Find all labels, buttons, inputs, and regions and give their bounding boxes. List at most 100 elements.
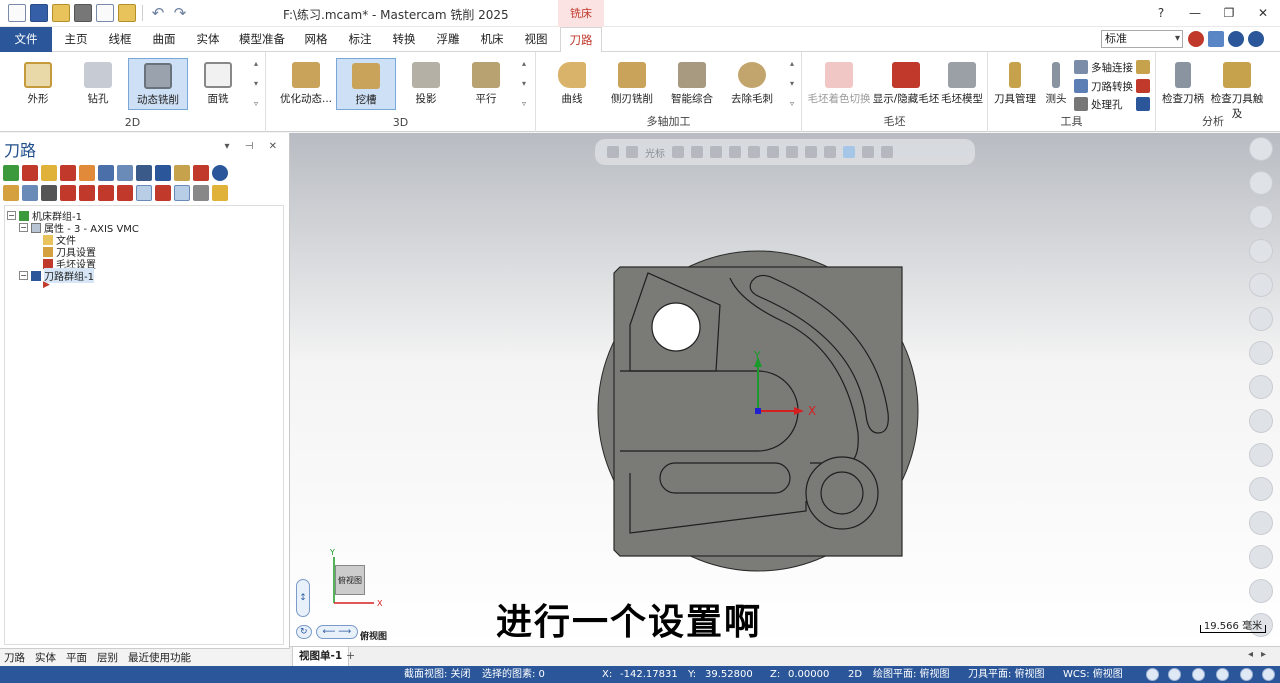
y-coordinate[interactable]: 39.52800 xyxy=(705,666,753,683)
save-icon[interactable] xyxy=(30,4,48,22)
shading-icon[interactable] xyxy=(1192,668,1205,681)
backplot-icon[interactable] xyxy=(98,165,114,181)
regen-all-icon[interactable] xyxy=(41,165,57,181)
wcs-status[interactable]: WCS: 俯视图 xyxy=(1063,666,1123,683)
drill-button[interactable]: 钻孔 xyxy=(68,58,128,110)
highfeed-icon[interactable] xyxy=(174,165,190,181)
x-coordinate[interactable]: -142.17831 xyxy=(620,666,678,683)
tab-home[interactable]: 主页 xyxy=(56,27,96,52)
z-coordinate[interactable]: 0.00000 xyxy=(788,666,829,683)
optimized-dynamic-button[interactable]: 优化动态... xyxy=(276,58,336,110)
undo-icon[interactable]: ↶ xyxy=(149,4,167,22)
analyze-icon[interactable] xyxy=(1249,205,1273,229)
face-mill-button[interactable]: 面铣 xyxy=(188,58,248,110)
select-window-icon[interactable] xyxy=(710,146,722,158)
group-multiaxis-scroll[interactable]: ▴ ▾ ▿ xyxy=(786,58,798,110)
verify-icon[interactable] xyxy=(117,165,133,181)
info-icon[interactable] xyxy=(1228,31,1244,47)
select-area-icon[interactable] xyxy=(767,146,779,158)
feedback-icon[interactable] xyxy=(1208,31,1224,47)
circle-icon[interactable] xyxy=(1249,239,1273,263)
post-g1-icon[interactable] xyxy=(155,165,171,181)
collapse-icon[interactable]: − xyxy=(19,223,28,232)
tab-machine[interactable]: 机床 xyxy=(472,27,512,52)
add-icon[interactable] xyxy=(1249,171,1273,195)
toggle-display-icon[interactable] xyxy=(22,185,38,201)
tab-toolpaths[interactable]: 刀路 xyxy=(560,27,602,53)
tree-node-toolpath-group[interactable]: − 刀路群组-1 xyxy=(19,268,94,283)
help-icon[interactable] xyxy=(1248,31,1264,47)
deselect-icon[interactable] xyxy=(22,165,38,181)
globe-icon[interactable] xyxy=(1146,668,1159,681)
probe-button[interactable]: 测头 xyxy=(1038,58,1074,110)
curve-button[interactable]: 曲线 xyxy=(542,58,602,110)
move-up-icon[interactable] xyxy=(79,185,95,201)
grid-status-icon[interactable] xyxy=(1168,668,1181,681)
layers-icon[interactable] xyxy=(1249,545,1273,569)
settings-icon[interactable] xyxy=(193,185,209,201)
new-file-icon[interactable] xyxy=(8,4,26,22)
measure-icon[interactable] xyxy=(1249,341,1273,365)
dynamic-mill-button[interactable]: 动态铣削 xyxy=(128,58,188,110)
tab-view[interactable]: 视图 xyxy=(516,27,556,52)
tab-model-prep[interactable]: 模型准备 xyxy=(232,27,292,52)
insert-arrow-icon[interactable] xyxy=(98,185,114,201)
minimize-button[interactable]: — xyxy=(1178,0,1212,27)
process-holes-button[interactable]: 处理孔 xyxy=(1074,95,1123,113)
grid-icon[interactable] xyxy=(805,146,817,158)
contour-button[interactable]: 外形 xyxy=(8,58,68,110)
swarf-button[interactable]: 侧刃铣削 xyxy=(602,58,662,110)
redo-icon[interactable]: ↷ xyxy=(171,4,189,22)
tab-levels-manager[interactable]: 层别 xyxy=(97,649,118,666)
color-icon[interactable] xyxy=(1249,477,1273,501)
select-vector-icon[interactable] xyxy=(748,146,760,158)
box-icon[interactable] xyxy=(1249,443,1273,467)
cursor-label[interactable]: 光标 xyxy=(645,145,665,160)
tab-file[interactable]: 文件 xyxy=(0,27,52,52)
check-holder-button[interactable]: 检查刀柄 xyxy=(1160,58,1206,110)
graphics-viewport[interactable]: Y X Y X 光标 俯视图 ↕ ↻ ⟵ ⟶ 俯视图 进行一个设置啊 19.56… xyxy=(290,133,1280,646)
rotate-icon[interactable]: ↻ xyxy=(296,625,312,639)
viewsheet-tab-1[interactable]: 视图单-1 xyxy=(292,647,350,667)
solid-icon[interactable] xyxy=(1249,409,1273,433)
group-2d-scroll[interactable]: ▴ ▾ ▿ xyxy=(250,58,262,110)
tab-recent-functions[interactable]: 最近使用功能 xyxy=(128,649,191,666)
tab-relief[interactable]: 浮雕 xyxy=(428,27,468,52)
tab-surface[interactable]: 曲面 xyxy=(144,27,184,52)
stock-shading-button[interactable]: 毛坯着色切换 xyxy=(806,58,872,110)
help-panel-icon[interactable] xyxy=(212,165,228,181)
tab-mesh[interactable]: 网格 xyxy=(296,27,336,52)
delete-icon[interactable] xyxy=(193,165,209,181)
print-icon[interactable] xyxy=(74,4,92,22)
standard-select[interactable]: 标准 xyxy=(1101,30,1183,48)
curve-tool-icon[interactable] xyxy=(1249,273,1273,297)
unified-button[interactable]: 智能综合 xyxy=(662,58,722,110)
hq-icon[interactable] xyxy=(1188,31,1204,47)
tab-solid[interactable]: 实体 xyxy=(188,27,228,52)
tool-plane-status[interactable]: 刀具平面: 俯视图 xyxy=(968,666,1045,683)
maximize-button[interactable]: ❐ xyxy=(1212,0,1246,27)
collapse-icon[interactable]: − xyxy=(7,211,16,220)
filter-icon[interactable] xyxy=(174,185,190,201)
panel-controls[interactable]: ▾ ⊣ ✕ xyxy=(225,141,283,152)
select-all-icon[interactable] xyxy=(3,165,19,181)
edit-icon[interactable] xyxy=(212,185,228,201)
dimension-mode[interactable]: 2D xyxy=(848,666,862,683)
horizontal-nav-arrows[interactable]: ⟵ ⟶ xyxy=(315,625,359,639)
link-icon[interactable] xyxy=(1249,375,1273,399)
tab-solids-manager[interactable]: 实体 xyxy=(35,649,56,666)
wireframe-icon[interactable] xyxy=(824,146,836,158)
image-icon[interactable] xyxy=(1249,307,1273,331)
show-hide-stock-button[interactable]: 显示/隐藏毛坯 xyxy=(872,58,940,110)
simulate-icon[interactable] xyxy=(136,165,152,181)
parallel-button[interactable]: 平行 xyxy=(456,58,516,110)
move-down-icon[interactable] xyxy=(60,185,76,201)
collapse-icon[interactable]: − xyxy=(19,271,28,280)
toggle-post-icon[interactable] xyxy=(41,185,57,201)
tab-planes-manager[interactable]: 平面 xyxy=(66,649,87,666)
close-button[interactable]: ✕ xyxy=(1246,0,1280,27)
select-polygon-icon[interactable] xyxy=(729,146,741,158)
show-selected-icon[interactable] xyxy=(136,185,152,201)
help-button[interactable]: ? xyxy=(1144,0,1178,27)
regen-dirty-icon[interactable] xyxy=(60,165,76,181)
